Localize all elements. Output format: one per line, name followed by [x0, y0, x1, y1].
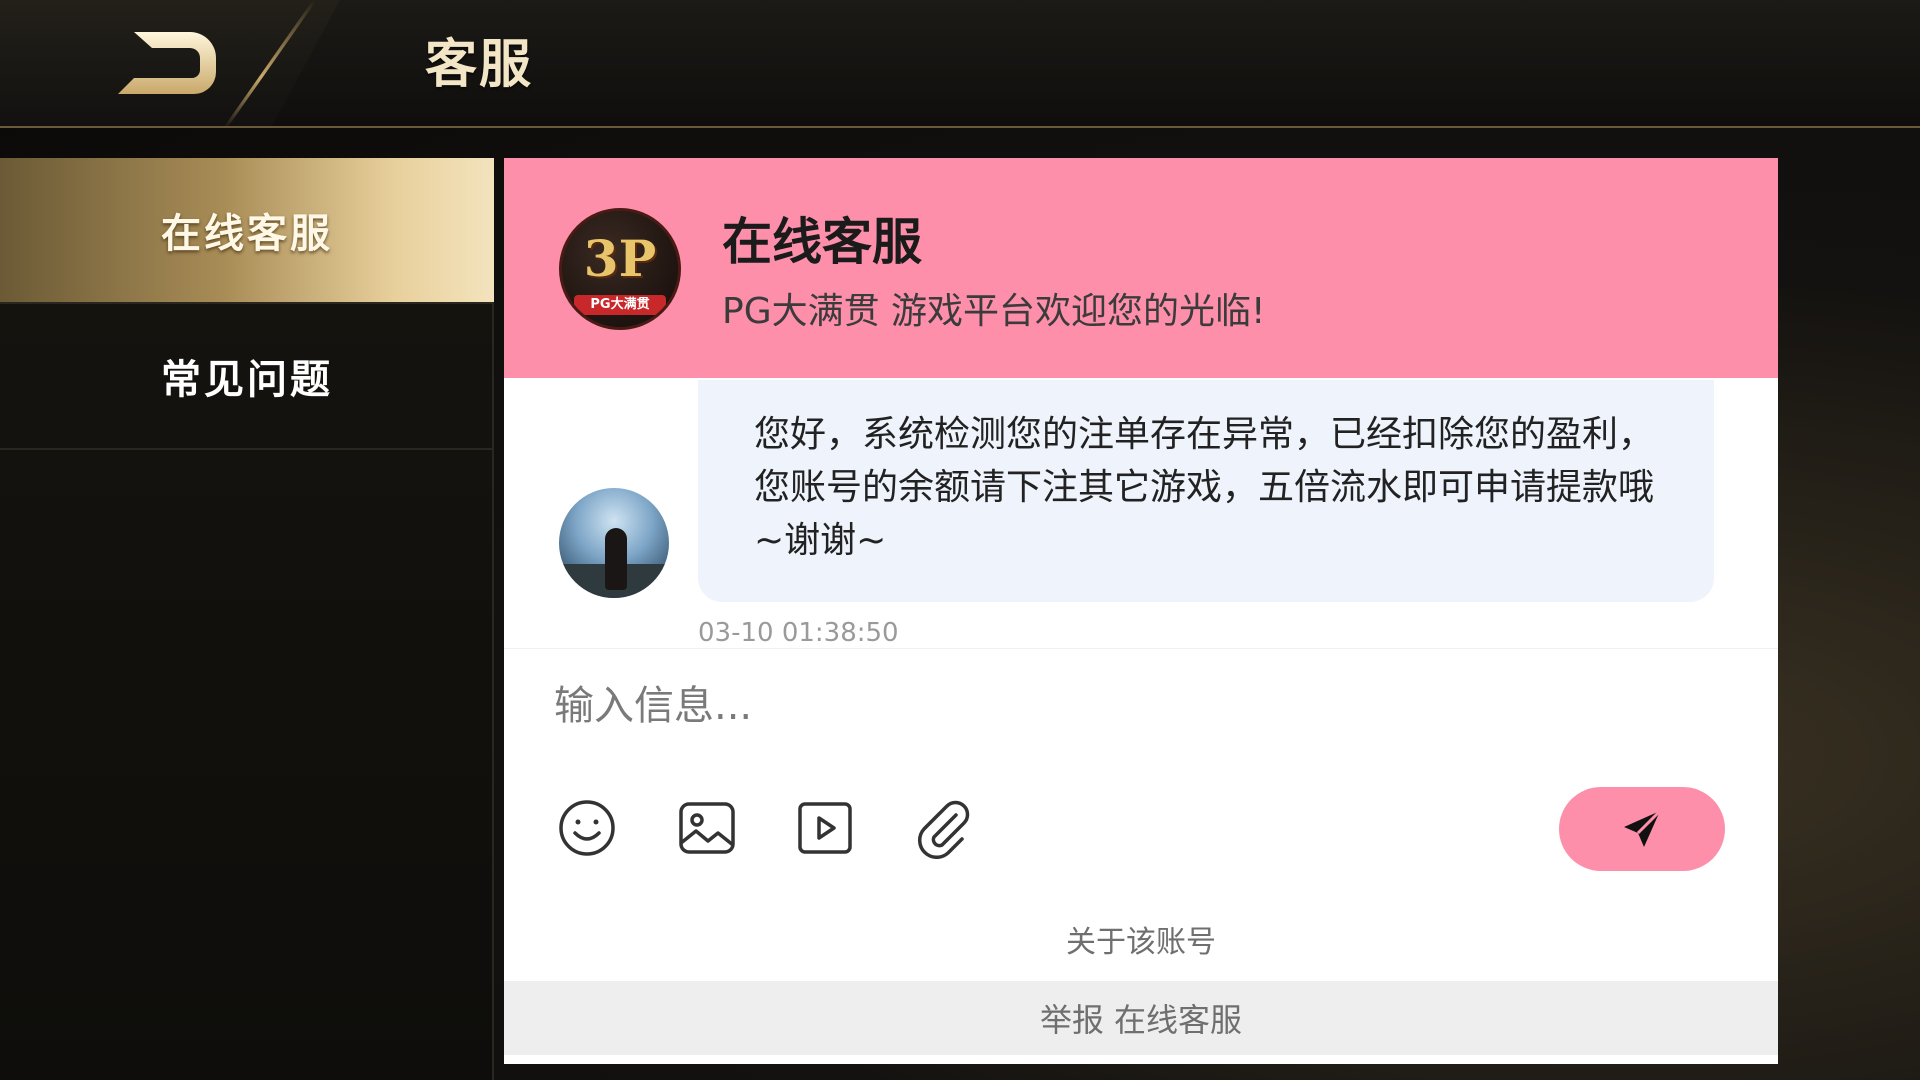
- chat-title: 在线客服: [722, 213, 922, 271]
- emoji-button[interactable]: [556, 797, 618, 859]
- composer: 关于该账号 举报 在线客服: [504, 648, 1778, 1064]
- back-arrow-icon: [118, 32, 216, 94]
- sidebar: 在线客服 常见问题: [0, 158, 494, 1080]
- attachment-button[interactable]: [912, 797, 974, 859]
- message-list[interactable]: 您好，系统检测您的注单存在异常，已经扣除您的盈利，您账号的余额请下注其它游戏，五…: [504, 378, 1778, 648]
- page-title: 客服: [425, 35, 534, 95]
- emoji-icon: [559, 800, 615, 856]
- image-button[interactable]: [676, 797, 738, 859]
- brand-logo: 3P PG大满贯: [559, 208, 681, 330]
- about-account-link[interactable]: 关于该账号: [504, 917, 1778, 961]
- sidebar-item-faq[interactable]: 常见问题: [0, 304, 494, 450]
- report-target: 在线客服: [1114, 1001, 1243, 1039]
- agent-avatar: [559, 488, 669, 598]
- sidebar-item-label: 常见问题: [161, 357, 333, 403]
- back-button[interactable]: [112, 28, 222, 98]
- send-icon: [1624, 809, 1662, 847]
- sidebar-item-label: 在线客服: [161, 211, 333, 257]
- video-icon: [798, 802, 852, 854]
- video-button[interactable]: [794, 797, 856, 859]
- image-icon: [679, 802, 735, 854]
- chat-panel: 3P PG大满贯 在线客服 PG大满贯 游戏平台欢迎您的光临! 您好，系统检测您…: [504, 158, 1778, 1064]
- attachment-icon: [918, 800, 970, 859]
- report-bar[interactable]: 举报 在线客服: [504, 981, 1778, 1055]
- chat-header: 3P PG大满贯 在线客服 PG大满贯 游戏平台欢迎您的光临!: [504, 158, 1778, 378]
- message-bubble: 您好，系统检测您的注单存在异常，已经扣除您的盈利，您账号的余额请下注其它游戏，五…: [698, 380, 1714, 602]
- logo-sub-text: PG大满贯: [574, 295, 666, 315]
- sidebar-item-online-service[interactable]: 在线客服: [0, 158, 494, 304]
- top-bar: 客服: [0, 0, 1920, 128]
- send-button[interactable]: [1559, 787, 1725, 871]
- message-timestamp: 03-10 01:38:50: [698, 618, 899, 648]
- welcome-message: PG大满贯 游戏平台欢迎您的光临!: [722, 291, 1266, 332]
- logo-main-text: 3P: [583, 229, 657, 288]
- report-label: 举报: [1039, 1001, 1104, 1039]
- message-input[interactable]: [554, 671, 1724, 741]
